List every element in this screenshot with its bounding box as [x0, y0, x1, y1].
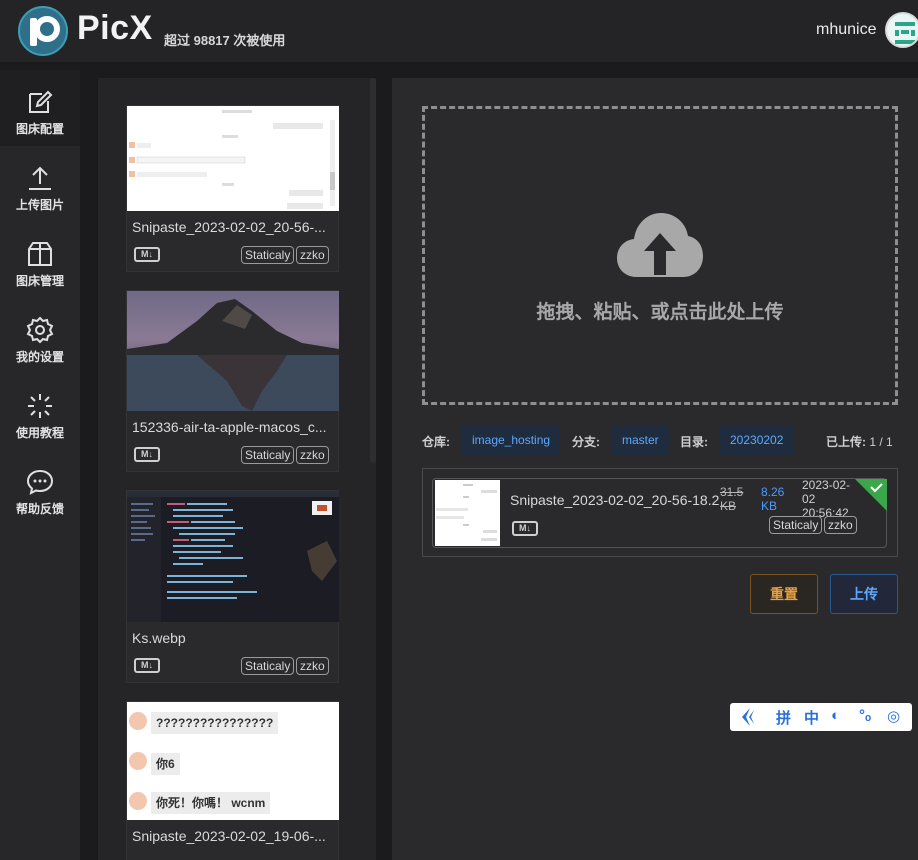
image-file-name: Snipaste_2023-02-02_19-06-... — [132, 828, 326, 844]
tag-cdn[interactable]: Staticaly — [241, 657, 295, 675]
ime-logo-icon[interactable] — [740, 708, 756, 726]
ime-chinese-icon[interactable]: 中 — [804, 707, 819, 728]
upload-success-icon — [855, 479, 887, 511]
nav-label-upload: 上传图片 — [15, 198, 64, 212]
picx-logo-icon[interactable] — [18, 6, 68, 56]
uploaded-count: 已上传: 1 / 1 — [826, 433, 893, 450]
ime-moon-icon[interactable]: ◐ — [831, 707, 840, 724]
nav-item-settings[interactable]: 我的设置 — [0, 298, 80, 374]
username[interactable]: mhunice — [816, 21, 876, 39]
image-card[interactable]: ???????????????? 你6 你死！你嗎！ wcnm Snipaste… — [126, 701, 339, 860]
tag-repo[interactable]: zzko — [296, 446, 329, 464]
nav-item-upload[interactable]: 上传图片 — [0, 146, 80, 222]
branch-label: 分支: — [572, 435, 600, 449]
tag-cdn[interactable]: Staticaly — [241, 246, 295, 264]
chat-screenshot-thumb — [436, 484, 497, 541]
nav-label-manage: 图床管理 — [15, 274, 64, 288]
image-file-name: Snipaste_2023-02-02_20-56-... — [132, 219, 326, 235]
uploaded-value: 1 / 1 — [869, 435, 893, 449]
emoji-avatar-icon — [129, 792, 147, 810]
reset-button[interactable]: 重置 — [750, 574, 818, 614]
image-card[interactable]: Ks.webp M↓ Staticaly zzko — [126, 490, 339, 683]
compressed-size: 8.26 KB — [761, 485, 785, 513]
upload-time: 2023-02-02 20:56:42 — [802, 478, 851, 520]
nav-label-feedback: 帮助反馈 — [15, 502, 64, 516]
nav-item-tutorial[interactable]: 使用教程 — [0, 374, 80, 450]
dropzone-text: 拖拽、粘贴、或点击此处上传 — [536, 302, 784, 323]
upload-file-thumbnail[interactable] — [435, 480, 500, 546]
repo-label: 仓库: — [422, 435, 450, 449]
chat-bubble: 你6 — [151, 753, 180, 775]
chat-bubble: 你死！你嗎！ wcnm — [151, 792, 271, 814]
upload-dropzone[interactable]: 拖拽、粘贴、或点击此处上传 — [422, 106, 898, 405]
gear-icon — [26, 316, 54, 344]
markdown-icon[interactable]: M↓ — [134, 447, 160, 462]
avatar[interactable] — [885, 12, 918, 48]
emoji-avatar-icon — [129, 752, 147, 770]
ime-settings-icon[interactable]: ◎ — [887, 707, 900, 725]
upload-icon — [29, 166, 51, 190]
chat-screenshot-thumb — [129, 110, 335, 209]
cloud-upload-icon — [617, 213, 703, 277]
upload-button[interactable]: 上传 — [830, 574, 898, 614]
nav-item-manage[interactable]: 图床管理 — [0, 222, 80, 298]
nav-item-config[interactable]: 图床配置 — [0, 70, 80, 146]
tag-cdn[interactable]: Staticaly — [769, 516, 823, 534]
sidebar-nav: 图床配置 上传图片 图床管理 我的设置 使用教程 帮助反馈 — [0, 70, 80, 860]
chat-bubble: ???????????????? — [151, 712, 279, 734]
usage-count: 超过 98817 次被使用 — [164, 33, 286, 48]
ime-toolbar[interactable]: 拼 中 ◐ °ₒ ◎ — [730, 703, 912, 731]
tag-cdn[interactable]: Staticaly — [241, 446, 295, 464]
image-thumbnail[interactable] — [127, 491, 339, 622]
tag-repo[interactable]: zzko — [296, 246, 329, 264]
markdown-icon[interactable]: M↓ — [512, 521, 538, 536]
image-card[interactable]: 152336-air-ta-apple-macos_c... M↓ Static… — [126, 290, 339, 472]
code-editor-thumb — [127, 491, 339, 622]
dir-label: 目录: — [680, 435, 708, 449]
app-name: PicX — [77, 9, 153, 47]
tag-repo[interactable]: zzko — [296, 657, 329, 675]
image-thumbnail[interactable] — [127, 106, 339, 211]
image-file-name: Ks.webp — [132, 630, 186, 646]
avatar-pattern-icon — [895, 22, 915, 44]
image-file-name: 152336-air-ta-apple-macos_c... — [132, 419, 327, 435]
header: PicX 超过 98817 次被使用 mhunice — [0, 0, 918, 62]
nav-label-config: 图床配置 — [15, 122, 64, 136]
chat-icon — [26, 469, 54, 495]
box-icon — [28, 242, 52, 266]
list-scrollbar[interactable] — [370, 78, 376, 463]
ime-pinyin-icon[interactable]: 拼 — [776, 707, 791, 728]
nav-label-tutorial: 使用教程 — [15, 426, 64, 440]
original-size: 31.5 KB — [720, 485, 744, 513]
emoji-avatar-icon — [129, 712, 147, 730]
dir-value[interactable]: 20230202 — [720, 425, 794, 455]
upload-file-name: Snipaste_2023-02-02_20-56-18.2 — [510, 492, 720, 508]
tag-repo[interactable]: zzko — [824, 516, 857, 534]
edit-icon — [29, 90, 53, 113]
markdown-icon[interactable]: M↓ — [134, 247, 160, 262]
image-thumbnail[interactable]: ???????????????? 你6 你死！你嗎！ wcnm — [127, 702, 339, 820]
image-card[interactable]: Snipaste_2023-02-02_20-56-... M↓ Statica… — [126, 105, 339, 272]
landscape-thumb — [127, 299, 339, 411]
markdown-icon[interactable]: M↓ — [134, 658, 160, 673]
image-thumbnail[interactable] — [127, 291, 339, 411]
loading-icon — [28, 394, 52, 418]
nav-item-feedback[interactable]: 帮助反馈 — [0, 450, 80, 526]
repo-value[interactable]: image_hosting — [462, 425, 561, 455]
branch-value[interactable]: master — [612, 425, 669, 455]
nav-label-settings: 我的设置 — [15, 350, 64, 364]
uploaded-label: 已上传: — [826, 435, 866, 449]
ime-punctuation-icon[interactable]: °ₒ — [859, 707, 871, 724]
